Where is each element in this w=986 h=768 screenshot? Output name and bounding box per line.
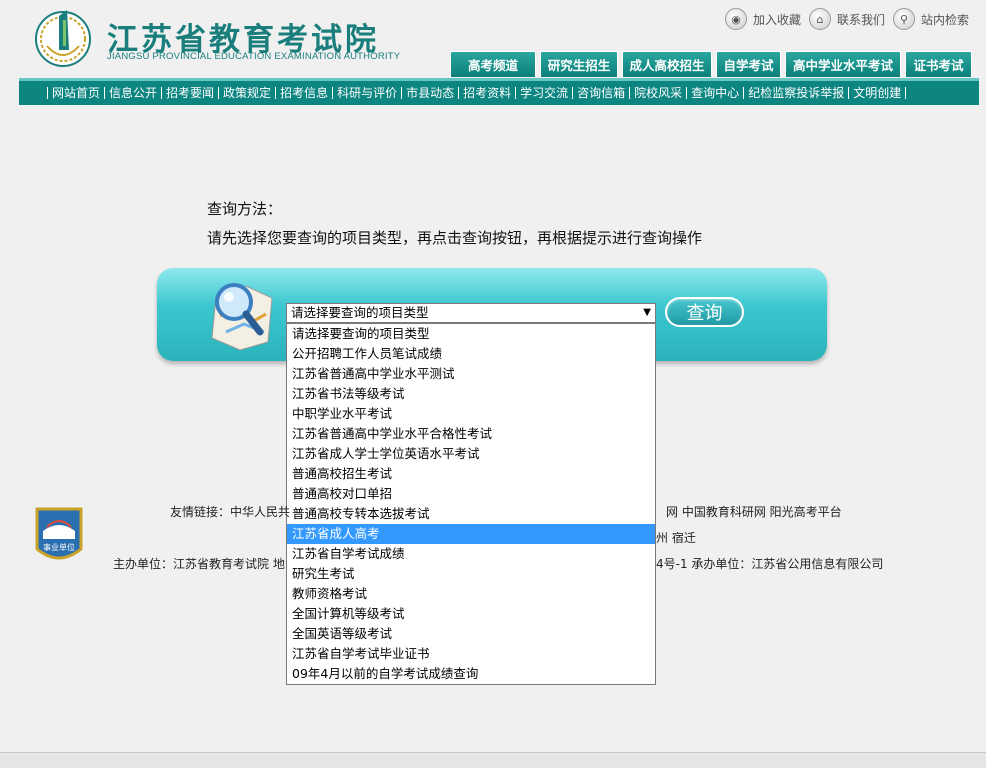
nav-item[interactable]: 纪检监察投诉举报 [743, 87, 848, 99]
project-type-dropdown: 请选择要查询的项目类型 公开招聘工作人员笔试成绩 江苏省普通高中学业水平测试 江… [286, 323, 656, 685]
dropdown-option[interactable]: 普通高校招生考试 [287, 464, 655, 484]
browser-status-bar [0, 752, 986, 768]
tab-gaokao[interactable]: 高考频道 [450, 51, 536, 77]
tab-adult-college[interactable]: 成人高校招生 [622, 51, 712, 77]
dropdown-option[interactable]: 江苏省自学考试毕业证书 [287, 644, 655, 664]
dropdown-option[interactable]: 教师资格考试 [287, 584, 655, 604]
magnifier-map-icon [211, 283, 273, 351]
top-links: ◉ 加入收藏 ⌂ 联系我们 ⚲ 站内检索 [725, 8, 977, 30]
tab-high-school-level[interactable]: 高中学业水平考试 [785, 51, 901, 77]
dropdown-option[interactable]: 全国英语等级考试 [287, 624, 655, 644]
nav-item[interactable]: 院校风采 [629, 87, 686, 99]
dropdown-option[interactable]: 09年4月以前的自学考试成绩查询 [287, 664, 655, 684]
nav-item[interactable]: 招考要闻 [161, 87, 218, 99]
organizer-info: 4号-1 承办单位：江苏省公用信息有限公司 [656, 557, 884, 571]
site-header: 江苏省教育考试院 JIANGSU PROVINCIAL EDUCATION EX… [19, 0, 979, 80]
dropdown-option[interactable]: 中职学业水平考试 [287, 404, 655, 424]
site-search-label: 站内检索 [921, 12, 970, 27]
dropdown-option[interactable]: 研究生考试 [287, 564, 655, 584]
query-button[interactable]: 查询 [665, 297, 744, 327]
channel-tabs: 高考频道 研究生招生 成人高校招生 自学考试 高中学业水平考试 证书考试 [450, 51, 972, 77]
dropdown-option[interactable]: 江苏省普通高中学业水平合格性考试 [287, 424, 655, 444]
nav-item[interactable]: 网站首页 [47, 87, 104, 99]
dropdown-option[interactable]: 江苏省普通高中学业水平测试 [287, 364, 655, 384]
host-info: 主办单位：江苏省教育考试院 地 [113, 557, 285, 571]
nav-item[interactable]: 招考信息 [275, 87, 332, 99]
site-search-link[interactable]: ⚲ 站内检索 [893, 8, 969, 30]
badge-label: 事业单位 [43, 542, 75, 552]
friend-links-more[interactable]: 网 中国教育科研网 阳光高考平台 [666, 503, 842, 520]
dropdown-option[interactable]: 江苏省书法等级考试 [287, 384, 655, 404]
city-links[interactable]: 州 宿迁 [656, 529, 696, 546]
logo-emblem-icon [35, 10, 91, 67]
query-method-title: 查询方法： [207, 200, 283, 218]
dropdown-option[interactable]: 全国计算机等级考试 [287, 604, 655, 624]
friend-links[interactable]: 友情链接：中华人民共 [170, 503, 290, 520]
dropdown-option[interactable]: 请选择要查询的项目类型 [287, 324, 655, 344]
query-method-description: 请先选择您要查询的项目类型，再点击查询按钮，再根据提示进行查询操作 [207, 229, 703, 247]
dropdown-option[interactable]: 江苏省自学考试成绩 [287, 544, 655, 564]
nav-item[interactable]: 市县动态 [401, 87, 458, 99]
project-type-select-value: 请选择要查询的项目类型 [291, 305, 429, 320]
tab-self-study[interactable]: 自学考试 [716, 51, 781, 77]
nav-item[interactable]: 招考资料 [458, 87, 515, 99]
nav-item[interactable]: 科研与评价 [332, 87, 401, 99]
main-nav: 网站首页 信息公开 招考要闻 政策规定 招考信息 科研与评价 市县动态 招考资料… [19, 78, 979, 105]
dropdown-option[interactable]: 公开招聘工作人员笔试成绩 [287, 344, 655, 364]
project-type-select[interactable]: 请选择要查询的项目类型 ▼ [286, 303, 656, 323]
dropdown-option[interactable]: 普通高校专转本选拔考试 [287, 504, 655, 524]
contact-us-link[interactable]: ⌂ 联系我们 [809, 8, 885, 30]
add-bookmark-link[interactable]: ◉ 加入收藏 [725, 8, 801, 30]
contact-us-label: 联系我们 [837, 12, 886, 27]
nav-item[interactable]: 文明创建 [848, 87, 907, 99]
bookmark-icon: ◉ [725, 8, 747, 30]
add-bookmark-label: 加入收藏 [753, 12, 802, 27]
tab-graduate[interactable]: 研究生招生 [540, 51, 618, 77]
nav-item[interactable]: 查询中心 [686, 87, 743, 99]
nav-item[interactable]: 政策规定 [218, 87, 275, 99]
logo-english-text: JIANGSU PROVINCIAL EDUCATION EXAMINATION… [107, 51, 401, 62]
tab-certificate[interactable]: 证书考试 [905, 51, 972, 77]
nav-item[interactable]: 学习交流 [515, 87, 572, 99]
nav-item[interactable]: 信息公开 [104, 87, 161, 99]
public-institution-badge-icon[interactable]: 事业单位 [33, 505, 85, 567]
nav-item[interactable]: 咨询信箱 [572, 87, 629, 99]
chevron-down-icon: ▼ [643, 307, 651, 318]
dropdown-option[interactable]: 江苏省成人学士学位英语水平考试 [287, 444, 655, 464]
dropdown-option[interactable]: 普通高校对口单招 [287, 484, 655, 504]
home-icon: ⌂ [809, 8, 832, 30]
dropdown-option-highlighted[interactable]: 江苏省成人高考 [287, 524, 655, 544]
search-icon: ⚲ [893, 8, 916, 30]
